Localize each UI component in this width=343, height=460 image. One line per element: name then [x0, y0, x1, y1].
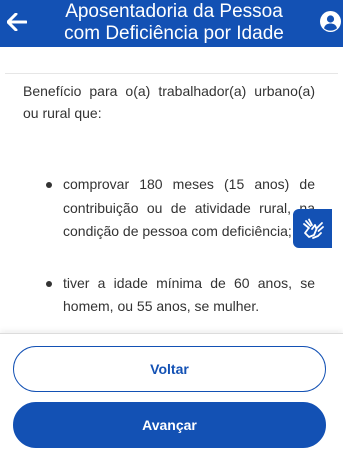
libras-accessibility-button[interactable] [293, 209, 332, 248]
account-button[interactable] [320, 11, 341, 32]
page-title: Aposentadoria da Pessoa com Deficiência … [64, 1, 284, 44]
next-button[interactable]: Avançar [13, 402, 326, 448]
content-divider [5, 73, 338, 74]
back-arrow-button[interactable] [4, 8, 30, 36]
back-button[interactable]: Voltar [13, 346, 326, 392]
requirements-list: comprovar 180 meses (15 anos) de contrib… [23, 173, 315, 319]
bullet-icon [46, 182, 52, 188]
requirement-text: tiver a idade mínima de 60 anos, se home… [63, 274, 315, 315]
intro-text: Benefício para o(a) trabalhador(a) urban… [23, 83, 315, 121]
list-item: tiver a idade mínima de 60 anos, se home… [23, 272, 315, 319]
benefit-description: Benefício para o(a) trabalhador(a) urban… [23, 80, 315, 319]
app-header: Aposentadoria da Pessoa com Deficiência … [0, 0, 343, 47]
sign-language-hands-icon [302, 218, 324, 239]
action-footer: Voltar Avançar [0, 333, 343, 460]
user-circle-icon [320, 11, 341, 32]
list-item: comprovar 180 meses (15 anos) de contrib… [23, 173, 315, 244]
bullet-icon [46, 280, 52, 287]
requirement-text: comprovar 180 meses (15 anos) de contrib… [63, 176, 315, 239]
arrow-left-icon [7, 13, 27, 31]
